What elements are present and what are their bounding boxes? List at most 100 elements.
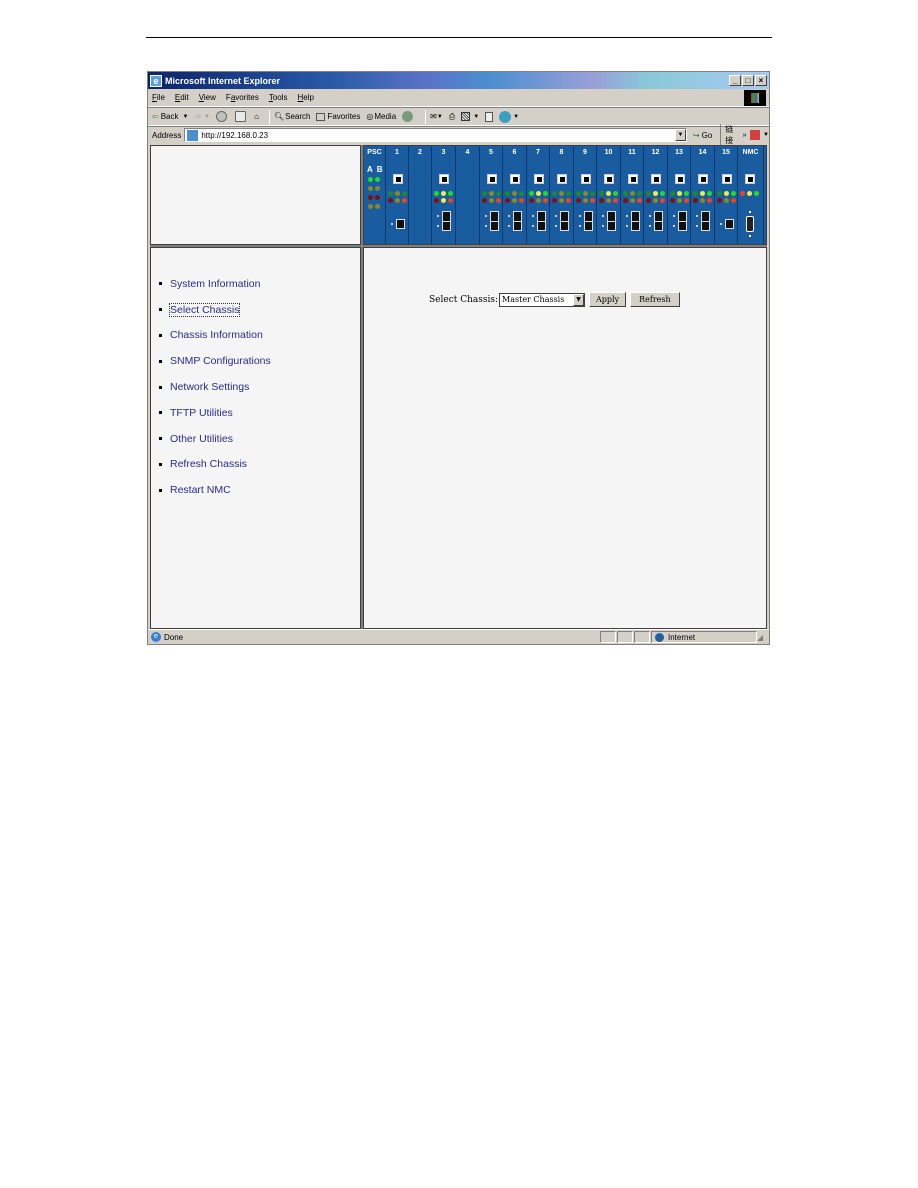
status-text: Done	[164, 632, 184, 642]
edit-dropdown-icon[interactable]: ▼	[473, 114, 479, 120]
discuss-button[interactable]	[485, 111, 494, 122]
mail-dropdown-icon[interactable]: ▼	[437, 114, 443, 120]
go-button[interactable]: ↪ Go	[693, 131, 712, 140]
forward-dropdown-icon[interactable]: ▼	[204, 114, 210, 120]
address-label: Address	[152, 130, 182, 140]
home-button[interactable]: ⌂	[254, 112, 259, 121]
chassis-slot-1: 1	[386, 146, 409, 244]
favorites-button[interactable]: Favorites	[316, 112, 360, 121]
nav-menu: System Information Select Chassis Chassis …	[151, 248, 360, 503]
status-led	[707, 198, 712, 203]
nav-link-refresh-chassis[interactable]: Refresh Chassis	[170, 458, 247, 470]
status-led	[583, 191, 588, 196]
fiber-port-icon	[490, 211, 499, 231]
back-button[interactable]: ⇦ Back ▼	[152, 112, 188, 121]
rj45-port-icon	[604, 174, 614, 184]
windows-logo-icon	[744, 90, 766, 106]
nav-link-restart-nmc[interactable]: Restart NMC	[170, 484, 231, 496]
status-led	[599, 198, 604, 203]
mail-button[interactable]: ✉ ▼	[430, 112, 443, 121]
close-button[interactable]: ×	[755, 75, 767, 86]
menu-favorites[interactable]: Favorites	[226, 93, 259, 102]
status-bar: e Done Internet ◢	[148, 629, 769, 644]
status-led	[448, 198, 453, 203]
resize-grip-icon[interactable]: ◢	[757, 633, 769, 642]
slot-label: 1	[395, 149, 399, 156]
maximize-button[interactable]: □	[742, 75, 754, 86]
chassis-select-value: Master Chassis	[502, 295, 565, 304]
status-led	[590, 198, 595, 203]
minimize-button[interactable]: _	[729, 75, 741, 86]
nav-link-select-chassis[interactable]: Select Chassis	[168, 302, 241, 317]
print-button[interactable]: ⎙	[449, 112, 455, 122]
nav-item: System Information	[159, 271, 360, 297]
back-dropdown-icon[interactable]: ▼	[183, 114, 189, 120]
slot-label: 6	[512, 149, 517, 156]
port-dot	[437, 215, 439, 217]
status-cell	[600, 631, 616, 643]
status-led	[677, 191, 682, 196]
forward-button[interactable]: ⇨ ▼	[194, 112, 210, 121]
menu-help[interactable]: Help	[298, 93, 314, 102]
toolbar-extension-icon[interactable]	[750, 130, 761, 140]
nav-item: Network Settings	[159, 374, 360, 400]
main-frame: Select Chassis: Master Chassis ▼ Apply R…	[363, 247, 767, 629]
port-dot	[626, 215, 628, 217]
psc-led	[375, 195, 380, 200]
status-led	[700, 191, 705, 196]
home-icon: ⌂	[254, 112, 259, 121]
nav-link-chassis-information[interactable]: Chassis Information	[170, 329, 263, 341]
nav-link-other-utilities[interactable]: Other Utilities	[170, 433, 233, 445]
chassis-view: PSC A B 1 2 3 4 5 6 7 8 9 10 11 12 13 14 15 NMC	[364, 146, 766, 244]
search-button[interactable]: 🔍︎ Search	[274, 112, 311, 121]
nav-link-tftp-utilities[interactable]: TFTP Utilities	[170, 407, 233, 419]
rj45-port-icon	[698, 174, 708, 184]
links-button[interactable]: 链接	[720, 124, 740, 146]
stop-button[interactable]	[216, 111, 229, 122]
status-led	[512, 198, 517, 203]
media-button[interactable]: ◎ Media	[366, 112, 396, 121]
nav-link-snmp-configurations[interactable]: SNMP Configurations	[170, 355, 271, 367]
back-arrow-icon: ⇦	[152, 112, 159, 121]
fiber-port-icon	[584, 211, 593, 231]
nav-link-network-settings[interactable]: Network Settings	[170, 381, 249, 393]
menu-file[interactable]: File	[152, 93, 165, 102]
refresh-page-button[interactable]	[235, 111, 248, 122]
messenger-button[interactable]: ▼	[499, 110, 519, 123]
nav-link-system-information[interactable]: System Information	[170, 278, 260, 290]
search-icon: 🔍︎	[273, 112, 285, 121]
port-dot	[696, 215, 698, 217]
port-dot	[720, 223, 722, 225]
chassis-slot-6: 6	[503, 146, 527, 244]
chassis-slot-2: 2	[409, 146, 432, 244]
links-chevron-icon[interactable]: »	[743, 132, 747, 139]
ie-logo-icon: e	[150, 74, 162, 87]
status-led	[717, 198, 722, 203]
status-led	[731, 191, 736, 196]
history-button[interactable]	[402, 111, 415, 122]
edit-icon	[461, 112, 471, 121]
status-led	[637, 191, 642, 196]
address-dropdown-button[interactable]: ▼	[674, 129, 686, 141]
messenger-dropdown-icon[interactable]: ▼	[513, 114, 519, 120]
page-icon	[187, 129, 199, 141]
status-led	[653, 191, 658, 196]
port-dot	[508, 225, 510, 227]
extension-dropdown-icon[interactable]: ▼	[763, 132, 769, 138]
edit-button[interactable]: ▼	[461, 112, 479, 121]
refresh-button[interactable]: Refresh	[630, 292, 680, 307]
status-led	[693, 198, 698, 203]
status-led	[660, 191, 665, 196]
status-led	[441, 191, 446, 196]
menu-view[interactable]: View	[199, 93, 216, 102]
status-led	[559, 191, 564, 196]
rj45-port-icon	[393, 174, 403, 184]
address-input[interactable]: http://192.168.0.23 ▼	[184, 128, 687, 142]
chassis-select[interactable]: Master Chassis ▼	[499, 292, 586, 307]
menu-edit[interactable]: Edit	[175, 93, 189, 102]
menu-tools[interactable]: Tools	[269, 93, 288, 102]
internet-globe-icon	[655, 632, 664, 642]
print-icon: ⎙	[448, 111, 456, 121]
chevron-down-icon[interactable]: ▼	[573, 293, 585, 306]
apply-button[interactable]: Apply	[589, 292, 627, 307]
